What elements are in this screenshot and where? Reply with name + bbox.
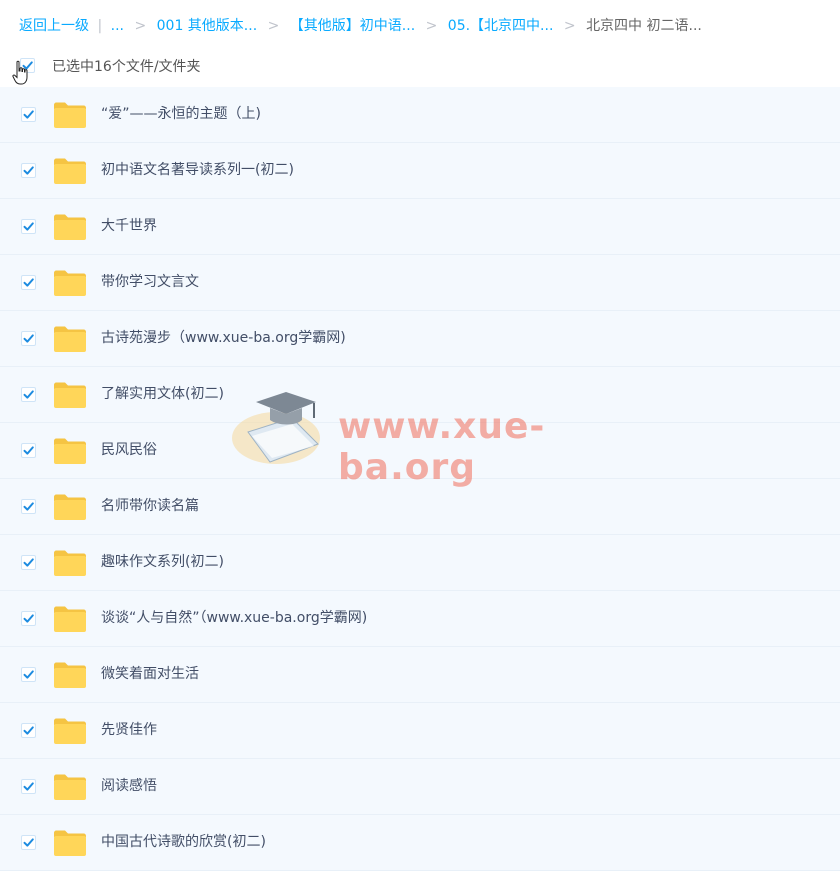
back-link[interactable]: 返回上一级 xyxy=(19,18,89,34)
row-checkbox[interactable] xyxy=(21,163,36,178)
file-row[interactable]: 中国古代诗歌的欣赏(初二) xyxy=(0,815,840,871)
row-checkbox[interactable] xyxy=(21,107,36,122)
file-row[interactable]: 先贤佳作 xyxy=(0,703,840,759)
check-icon xyxy=(23,782,34,791)
file-list: “爱”——永恒的主题（上) 初中语文名著导读系列一(初二) 大千世界带你学习文言文古… xyxy=(0,87,840,871)
file-row[interactable]: “爱”——永恒的主题（上) xyxy=(0,87,840,143)
file-name[interactable]: 初中语文名著导读系列一(初二) xyxy=(101,159,294,181)
check-icon xyxy=(23,278,34,287)
row-checkbox[interactable] xyxy=(21,723,36,738)
breadcrumb-separator: > xyxy=(267,18,280,34)
breadcrumb-item[interactable]: 【其他版】初中语... xyxy=(290,18,415,34)
folder-icon xyxy=(54,326,86,352)
folder-icon xyxy=(54,774,86,800)
file-row[interactable]: 古诗苑漫步（www.xue-ba.org学霸网) xyxy=(0,311,840,367)
row-checkbox[interactable] xyxy=(21,835,36,850)
check-icon xyxy=(23,838,34,847)
file-name[interactable]: 中国古代诗歌的欣赏(初二) xyxy=(101,831,266,853)
check-icon xyxy=(23,502,34,511)
file-row[interactable]: 民风民俗 xyxy=(0,423,840,479)
file-row[interactable]: 大千世界 xyxy=(0,199,840,255)
folder-icon xyxy=(54,382,86,408)
file-name[interactable]: 趣味作文系列(初二) xyxy=(101,551,224,573)
file-name[interactable]: 名师带你读名篇 xyxy=(101,495,199,517)
check-icon xyxy=(23,390,34,399)
check-icon xyxy=(23,334,34,343)
file-row[interactable]: 谈谈“人与自然”（www.xue-ba.org学霸网) xyxy=(0,591,840,647)
breadcrumb-item[interactable]: 001 其他版本... xyxy=(157,18,258,34)
breadcrumb-separator: > xyxy=(134,18,147,34)
file-name[interactable]: 带你学习文言文 xyxy=(101,271,199,293)
folder-icon xyxy=(54,550,86,576)
file-name[interactable]: 民风民俗 xyxy=(101,439,157,461)
file-row[interactable]: 阅读感悟 xyxy=(0,759,840,815)
row-checkbox[interactable] xyxy=(21,779,36,794)
file-name[interactable]: “爱”——永恒的主题（上) xyxy=(101,103,261,125)
folder-icon xyxy=(54,270,86,296)
file-name[interactable]: 微笑着面对生活 xyxy=(101,663,199,685)
breadcrumb: 返回上一级 | ... > 001 其他版本... > 【其他版】初中语... … xyxy=(19,15,702,37)
check-icon xyxy=(23,614,34,623)
folder-icon xyxy=(54,830,86,856)
row-checkbox[interactable] xyxy=(21,499,36,514)
file-name[interactable]: 古诗苑漫步（www.xue-ba.org学霸网) xyxy=(101,327,346,349)
file-row[interactable]: 初中语文名著导读系列一(初二) xyxy=(0,143,840,199)
folder-icon xyxy=(54,214,86,240)
check-icon xyxy=(23,166,34,175)
row-checkbox[interactable] xyxy=(21,555,36,570)
folder-icon xyxy=(54,606,86,632)
breadcrumb-divider: | xyxy=(97,18,103,34)
check-icon xyxy=(23,726,34,735)
file-name[interactable]: 先贤佳作 xyxy=(101,719,157,741)
row-checkbox[interactable] xyxy=(21,387,36,402)
file-row[interactable]: 名师带你读名篇 xyxy=(0,479,840,535)
file-name[interactable]: 大千世界 xyxy=(101,215,157,237)
folder-icon xyxy=(54,158,86,184)
file-name[interactable]: 阅读感悟 xyxy=(101,775,157,797)
check-icon xyxy=(23,558,34,567)
breadcrumb-separator: > xyxy=(425,18,438,34)
row-checkbox[interactable] xyxy=(21,611,36,626)
selection-count-label: 已选中16个文件/文件夹 xyxy=(52,59,201,75)
check-icon xyxy=(23,110,34,119)
folder-icon xyxy=(54,438,86,464)
row-checkbox[interactable] xyxy=(21,275,36,290)
row-checkbox[interactable] xyxy=(21,331,36,346)
check-icon xyxy=(23,446,34,455)
breadcrumb-separator: > xyxy=(563,18,576,34)
row-checkbox[interactable] xyxy=(21,219,36,234)
select-all-checkbox[interactable] xyxy=(20,58,35,73)
file-row[interactable]: 趣味作文系列(初二) xyxy=(0,535,840,591)
folder-icon xyxy=(54,102,86,128)
row-checkbox[interactable] xyxy=(21,667,36,682)
folder-icon xyxy=(54,662,86,688)
selection-bar: 已选中16个文件/文件夹 xyxy=(0,52,840,82)
check-icon xyxy=(23,670,34,679)
check-icon xyxy=(22,61,33,70)
folder-icon xyxy=(54,718,86,744)
check-icon xyxy=(23,222,34,231)
file-name[interactable]: 了解实用文体(初二) xyxy=(101,383,224,405)
breadcrumb-current: 北京四中 初二语... xyxy=(586,18,702,34)
file-name[interactable]: 谈谈“人与自然”（www.xue-ba.org学霸网) xyxy=(101,607,367,629)
file-row[interactable]: 了解实用文体(初二) xyxy=(0,367,840,423)
breadcrumb-ellipsis[interactable]: ... xyxy=(111,18,124,34)
file-row[interactable]: 微笑着面对生活 xyxy=(0,647,840,703)
folder-icon xyxy=(54,494,86,520)
breadcrumb-item[interactable]: 05.【北京四中... xyxy=(448,18,554,34)
file-row[interactable]: 带你学习文言文 xyxy=(0,255,840,311)
row-checkbox[interactable] xyxy=(21,443,36,458)
